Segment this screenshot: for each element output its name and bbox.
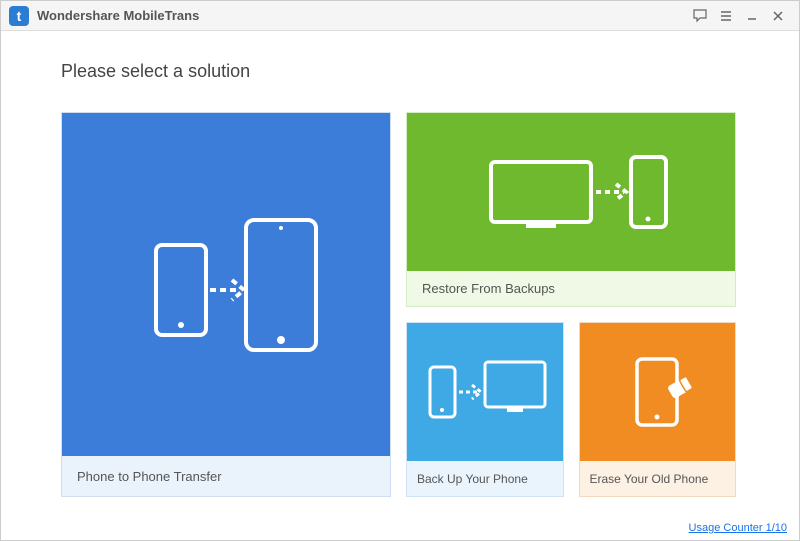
titlebar: t Wondershare MobileTrans [1,1,799,31]
main-content: Please select a solution Phone to Phone … [1,31,799,516]
card-label: Phone to Phone Transfer [62,456,390,496]
erase-icon [580,323,736,461]
card-restore[interactable]: Restore From Backups [406,112,736,307]
card-erase[interactable]: Erase Your Old Phone [579,322,737,497]
menu-button[interactable] [713,3,739,29]
phone-to-phone-icon [62,113,390,456]
card-label: Back Up Your Phone [407,461,563,496]
card-phone-to-phone[interactable]: Phone to Phone Transfer [61,112,391,497]
app-logo: t [9,6,29,26]
backup-icon [407,323,563,461]
page-heading: Please select a solution [61,61,739,82]
feedback-button[interactable] [687,3,713,29]
card-backup[interactable]: Back Up Your Phone [406,322,564,497]
restore-icon [407,113,735,271]
minimize-button[interactable] [739,3,765,29]
app-title: Wondershare MobileTrans [37,8,199,23]
card-label: Erase Your Old Phone [580,461,736,496]
card-label: Restore From Backups [407,271,735,306]
solution-grid: Phone to Phone Transfer Restore From Bac… [61,112,739,497]
close-button[interactable] [765,3,791,29]
footer: Usage Counter 1/10 [1,516,799,540]
usage-counter-link[interactable]: Usage Counter 1/10 [689,522,787,534]
